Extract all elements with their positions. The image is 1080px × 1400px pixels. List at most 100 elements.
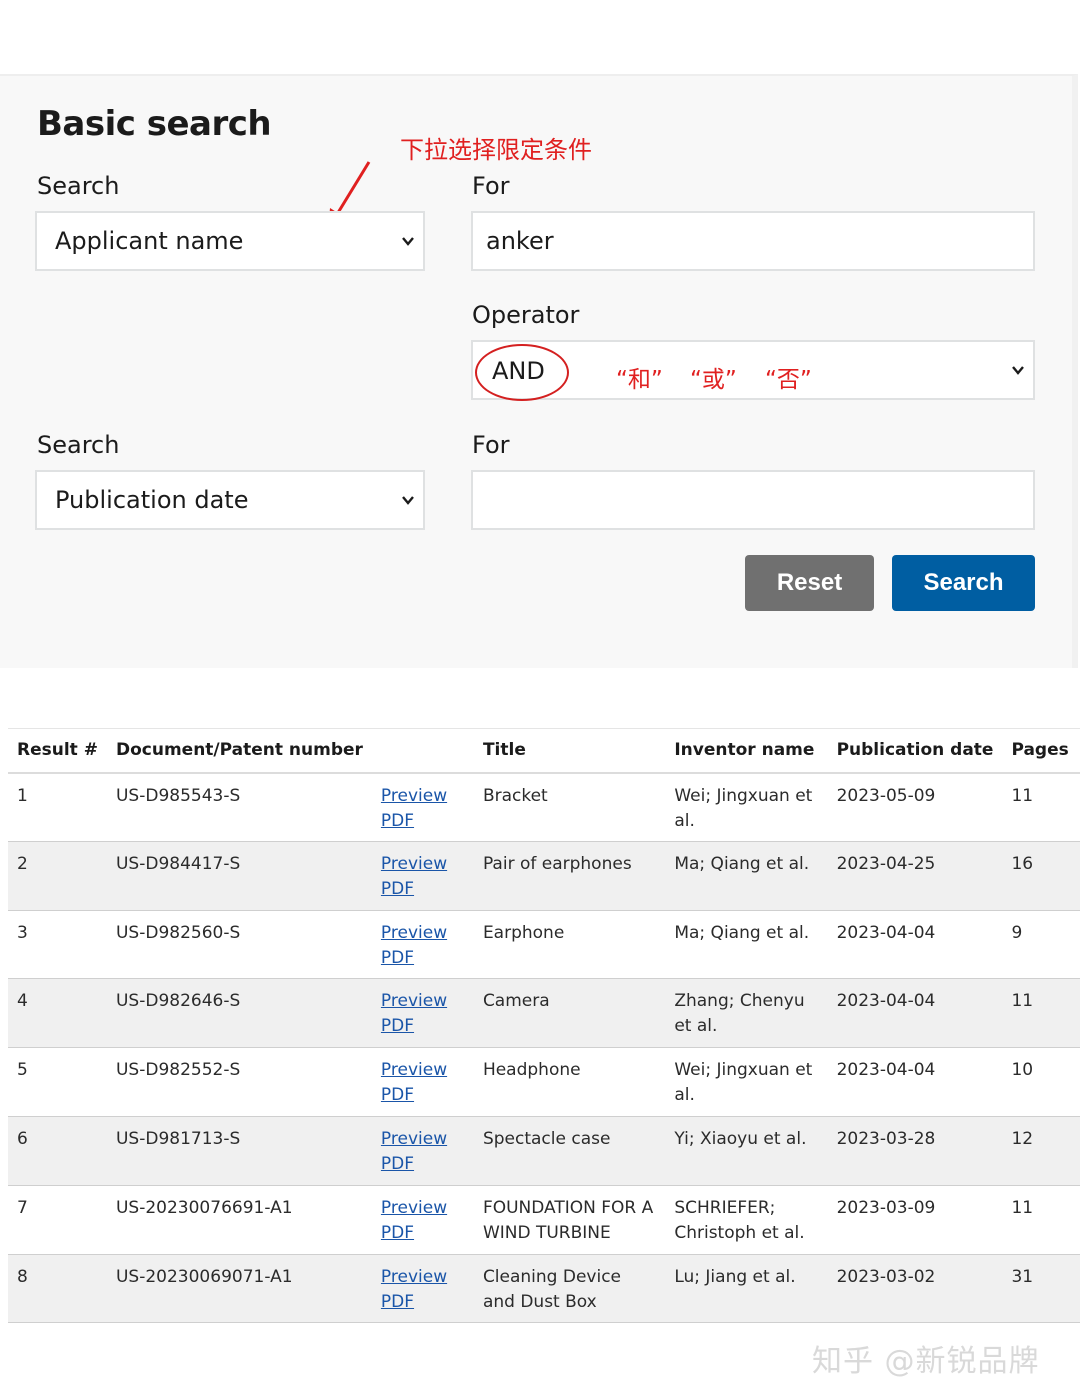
- preview-link[interactable]: Preview: [381, 1127, 465, 1152]
- pdf-link[interactable]: PDF: [381, 1014, 465, 1039]
- result-number: 4: [8, 978, 107, 1049]
- document-links: Preview PDF: [371, 910, 474, 980]
- search-field-select-2[interactable]: Publication date: [35, 470, 425, 530]
- document-number: US-D982552-S: [106, 1047, 372, 1117]
- annotation-circle: [475, 344, 569, 401]
- inventor-name: SCHRIEFER; Christoph et al.: [665, 1185, 828, 1255]
- for-input-2[interactable]: [471, 470, 1035, 530]
- search-label-1: Search: [37, 172, 120, 200]
- table-header-row: Result # Document/Patent number Title In…: [8, 728, 1080, 774]
- pdf-link[interactable]: PDF: [381, 1152, 465, 1177]
- annotation-dropdown-hint: 下拉选择限定条件: [400, 136, 592, 164]
- col-header-links: [371, 728, 474, 774]
- result-number: 1: [8, 772, 107, 842]
- watermark: 知乎 @新锐品牌: [812, 1344, 1040, 1379]
- chevron-down-icon: [402, 496, 414, 505]
- for-input-1[interactable]: anker: [471, 211, 1035, 271]
- search-field-select-1[interactable]: Applicant name: [35, 211, 425, 271]
- annotation-op-not: “否”: [765, 367, 812, 393]
- pdf-link[interactable]: PDF: [381, 1221, 465, 1246]
- table-row: 2 US-D984417-S Preview PDF Pair of earphones…: [8, 841, 1080, 911]
- preview-link[interactable]: Preview: [381, 989, 465, 1014]
- document-links: Preview PDF: [371, 841, 474, 911]
- search-field-select-2-value: Publication date: [55, 486, 249, 514]
- col-header-date[interactable]: Publication date: [827, 728, 1003, 774]
- preview-link[interactable]: Preview: [381, 1265, 465, 1290]
- result-number: 5: [8, 1047, 107, 1117]
- operator-label: Operator: [472, 301, 580, 329]
- document-number: US-20230069071-A1: [106, 1254, 372, 1324]
- document-title: Spectacle case: [473, 1116, 666, 1186]
- inventor-name: Zhang; Chenyu et al.: [665, 978, 828, 1049]
- document-title: Bracket: [473, 772, 666, 842]
- publication-date: 2023-03-02: [827, 1254, 1003, 1324]
- document-title: Headphone: [473, 1047, 666, 1117]
- table-row: 5 US-D982552-S Preview PDF Headphone Wei; Jin…: [8, 1047, 1080, 1117]
- preview-link[interactable]: Preview: [381, 784, 465, 809]
- col-header-pages[interactable]: Pages: [1002, 728, 1080, 774]
- chevron-down-icon: [1012, 366, 1024, 375]
- col-header-inventor[interactable]: Inventor name: [665, 728, 828, 774]
- inventor-name: Ma; Qiang et al.: [665, 841, 828, 911]
- col-header-result[interactable]: Result #: [8, 728, 107, 774]
- publication-date: 2023-04-04: [827, 910, 1003, 980]
- document-links: Preview PDF: [371, 1116, 474, 1186]
- page-count: 11: [1002, 978, 1080, 1049]
- preview-link[interactable]: Preview: [381, 852, 465, 877]
- page-count: 11: [1002, 772, 1080, 842]
- result-number: 3: [8, 910, 107, 980]
- pdf-link[interactable]: PDF: [381, 877, 465, 902]
- page-title: Basic search: [37, 104, 272, 144]
- document-number: US-D982646-S: [106, 978, 372, 1049]
- page-count: 12: [1002, 1116, 1080, 1186]
- pdf-link[interactable]: PDF: [381, 809, 465, 834]
- preview-link[interactable]: Preview: [381, 921, 465, 946]
- document-title: Camera: [473, 978, 666, 1049]
- result-number: 6: [8, 1116, 107, 1186]
- page-count: 9: [1002, 910, 1080, 980]
- annotation-op-or: “或”: [690, 367, 737, 393]
- table-row: 8 US-20230069071-A1 Preview PDF Cleaning Dev…: [8, 1254, 1080, 1324]
- for-label-1: For: [472, 172, 510, 200]
- chevron-down-icon: [402, 237, 414, 246]
- for-label-2: For: [472, 431, 510, 459]
- result-number: 2: [8, 841, 107, 911]
- annotation-op-and: “和”: [616, 367, 663, 393]
- inventor-name: Yi; Xiaoyu et al.: [665, 1116, 828, 1186]
- publication-date: 2023-05-09: [827, 772, 1003, 842]
- page-count: 10: [1002, 1047, 1080, 1117]
- document-number: US-D982560-S: [106, 910, 372, 980]
- inventor-name: Lu; Jiang et al.: [665, 1254, 828, 1324]
- pdf-link[interactable]: PDF: [381, 1083, 465, 1108]
- search-field-select-1-value: Applicant name: [55, 227, 244, 255]
- table-row: 4 US-D982646-S Preview PDF Camera Zhang; Chen…: [8, 978, 1080, 1049]
- page-count: 31: [1002, 1254, 1080, 1324]
- pdf-link[interactable]: PDF: [381, 1290, 465, 1315]
- result-number: 7: [8, 1185, 107, 1255]
- search-label-2: Search: [37, 431, 120, 459]
- document-title: Pair of earphones: [473, 841, 666, 911]
- pdf-link[interactable]: PDF: [381, 946, 465, 971]
- publication-date: 2023-03-28: [827, 1116, 1003, 1186]
- document-links: Preview PDF: [371, 1047, 474, 1117]
- col-header-title[interactable]: Title: [473, 728, 666, 774]
- document-links: Preview PDF: [371, 978, 474, 1049]
- document-title: FOUNDATION FOR A WIND TURBINE: [473, 1185, 666, 1255]
- inventor-name: Wei; Jingxuan et al.: [665, 1047, 828, 1117]
- reset-button[interactable]: Reset: [745, 555, 874, 611]
- table-row: 3 US-D982560-S Preview PDF Earphone Ma; Qiang…: [8, 910, 1080, 980]
- table-row: 1 US-D985543-S Preview PDF Bracket Wei; Jingx…: [8, 772, 1080, 842]
- publication-date: 2023-04-04: [827, 1047, 1003, 1117]
- document-number: US-D985543-S: [106, 772, 372, 842]
- document-title: Earphone: [473, 910, 666, 980]
- publication-date: 2023-04-04: [827, 978, 1003, 1049]
- table-row: 6 US-D981713-S Preview PDF Spectacle case Yi;…: [8, 1116, 1080, 1186]
- inventor-name: Ma; Qiang et al.: [665, 910, 828, 980]
- publication-date: 2023-04-25: [827, 841, 1003, 911]
- col-header-document[interactable]: Document/Patent number: [106, 728, 372, 774]
- preview-link[interactable]: Preview: [381, 1058, 465, 1083]
- search-button[interactable]: Search: [892, 555, 1035, 611]
- page-count: 16: [1002, 841, 1080, 911]
- preview-link[interactable]: Preview: [381, 1196, 465, 1221]
- document-links: Preview PDF: [371, 1254, 474, 1324]
